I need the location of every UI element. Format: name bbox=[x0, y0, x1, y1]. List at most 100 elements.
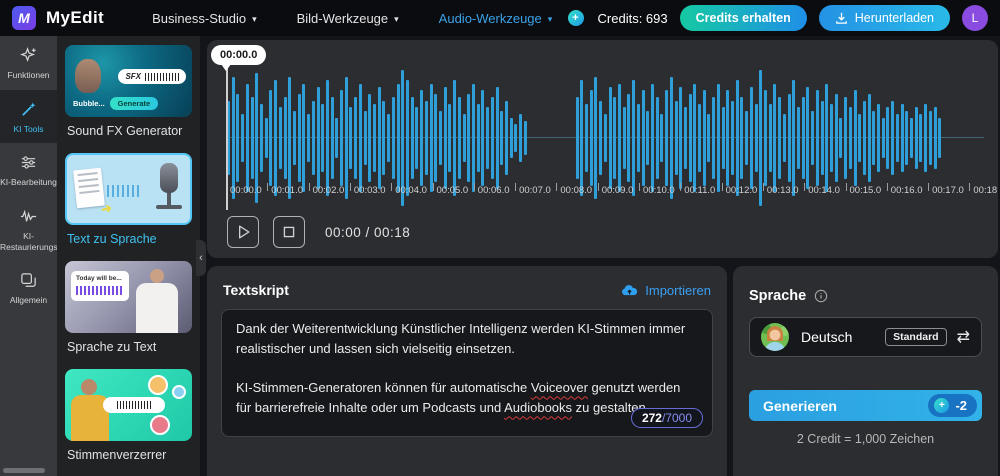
sprache-title: Sprache bbox=[749, 288, 807, 304]
character-counter: 272/7000 bbox=[630, 408, 703, 428]
waveform-glyph bbox=[107, 185, 139, 197]
timeline-tick-label: 00:09.0 bbox=[601, 185, 634, 196]
voice-selector[interactable]: Deutsch Standard ⇄ bbox=[749, 317, 982, 357]
audio-restore-icon bbox=[20, 209, 37, 222]
voice-tier-badge: Standard bbox=[885, 328, 947, 346]
voice-avatar-dot bbox=[150, 415, 170, 435]
voice-avatar-dot bbox=[172, 385, 186, 399]
topbar-right: + Credits: 693 Credits erhalten Herunter… bbox=[567, 5, 988, 31]
chevron-down-icon: ▾ bbox=[547, 13, 553, 24]
textskript-panel: Textskript Importieren Dank der Weiteren… bbox=[207, 266, 727, 476]
sidebar-item-ki-restaurierungstool[interactable]: KI-Restaurierungstool bbox=[0, 197, 57, 261]
tool-label-text-zu-sprache[interactable]: Text zu Sprache bbox=[67, 232, 192, 246]
timeline-tick-label: 00:14.0 bbox=[808, 185, 840, 196]
sidebar-item-ki-tools[interactable]: KI Tools bbox=[0, 89, 57, 144]
sprache-panel: Sprache Deutsch Standard ⇄ Generieren + … bbox=[733, 266, 998, 476]
playhead-time-tooltip[interactable]: 00:00.0 bbox=[211, 45, 267, 65]
get-credits-button[interactable]: Credits erhalten bbox=[679, 5, 807, 31]
left-sidebar: Funktionen KI Tools KI-Bearbeitung KI-Re… bbox=[0, 36, 57, 476]
timeline-tick-label: 00:15.0 bbox=[849, 185, 882, 196]
timeline-tick-label: 00:05.0 bbox=[436, 185, 469, 196]
collapse-panel-handle[interactable]: ‹ bbox=[196, 240, 206, 276]
timeline-tick-label: 00:07.0 bbox=[519, 185, 551, 196]
sparkle-plus-icon bbox=[20, 47, 36, 63]
credits-coin-icon: + bbox=[934, 398, 950, 413]
timeline-tick-label: 00:10.0 bbox=[643, 185, 675, 196]
waveform-glyph bbox=[76, 286, 124, 295]
waveform-glyph bbox=[145, 72, 179, 81]
magic-wand-icon bbox=[22, 102, 36, 116]
underwater-photo bbox=[75, 59, 101, 93]
credit-rate-note: 2 Credit = 1,000 Zeichen bbox=[796, 432, 935, 446]
tool-label-sound-fx-generator[interactable]: Sound FX Generator bbox=[67, 124, 192, 138]
timeline-tick-label: 00:08.0 bbox=[560, 185, 593, 196]
sliders-icon bbox=[21, 156, 36, 169]
swap-voice-icon[interactable]: ⇄ bbox=[957, 327, 970, 347]
script-text-content: Dank der Weiterentwicklung Künstlicher I… bbox=[236, 321, 686, 416]
horizontal-scrollbar-thumb[interactable] bbox=[3, 468, 45, 473]
arrow-icon: ➜ bbox=[99, 200, 114, 217]
voice-name: Deutsch bbox=[801, 329, 853, 345]
generate-pill: Generate bbox=[109, 97, 159, 110]
sidebar-item-ki-bearbeitung[interactable]: KI-Bearbeitung bbox=[0, 143, 57, 197]
stop-button[interactable] bbox=[273, 216, 305, 248]
sidebar-item-funktionen[interactable]: Funktionen bbox=[0, 36, 57, 90]
nav-audio-werkzeuge[interactable]: Audio-Werkzeuge ▾ bbox=[439, 11, 553, 26]
time-display: 00:00 / 00:18 bbox=[325, 224, 411, 240]
sidebar-item-allgemein[interactable]: Allgemein bbox=[0, 261, 57, 315]
timeline-tick-label: 00:00.0 bbox=[230, 185, 262, 196]
timeline-tick-label: 00:03.0 bbox=[353, 185, 386, 196]
waveform-player-panel: 00:00.0 00:00.0 00:01.0 00:02.0 00:03.0 00:0… bbox=[207, 40, 998, 258]
timeline-tick-label: 00:02.0 bbox=[312, 185, 345, 196]
user-avatar[interactable]: L bbox=[962, 5, 988, 31]
layers-copy-icon bbox=[21, 273, 36, 287]
timeline-ruler[interactable]: 00:00.0 00:01.0 00:02.0 00:03.0 00:04.0 00:05… bbox=[207, 183, 998, 205]
app-title[interactable]: MyEdit bbox=[46, 8, 104, 28]
timeline-tick-label: 00:01.0 bbox=[271, 185, 303, 196]
textskript-title: Textskript bbox=[223, 282, 289, 298]
timeline-tick-label: 00:13.0 bbox=[766, 185, 799, 196]
stop-icon bbox=[283, 226, 295, 238]
main-area: 00:00.0 00:00.0 00:01.0 00:02.0 00:03.0 00:0… bbox=[205, 36, 1000, 476]
cloud-upload-icon bbox=[622, 284, 638, 295]
credit-cost-pill: + -2 bbox=[928, 394, 977, 417]
tool-card-text-zu-sprache[interactable]: ➜ bbox=[65, 153, 192, 225]
playhead-line[interactable] bbox=[226, 68, 228, 210]
speaker-photo bbox=[81, 379, 97, 395]
import-button[interactable]: Importieren bbox=[621, 283, 711, 298]
script-text-input[interactable]: Dank der Weiterentwicklung Künstlicher I… bbox=[221, 309, 713, 437]
timeline-tick-label: 00:11.0 bbox=[684, 185, 716, 196]
chevron-down-icon: ▾ bbox=[252, 13, 257, 24]
tool-card-stimmenverzerrer[interactable] bbox=[65, 369, 192, 441]
main-nav: Business-Studio ▾ Bild-Werkzeuge ▾ Audio… bbox=[152, 11, 552, 26]
chevron-down-icon: ▾ bbox=[394, 13, 399, 24]
generate-button[interactable]: Generieren + -2 bbox=[749, 390, 982, 421]
timeline-tick-label: 00:16.0 bbox=[890, 185, 923, 196]
play-button[interactable] bbox=[227, 216, 259, 248]
tool-card-sound-fx-generator[interactable]: SFX Bubble... Generate bbox=[65, 45, 192, 117]
myedit-logo-icon[interactable]: M bbox=[12, 6, 36, 30]
timeline-tick-label: 00:06.0 bbox=[477, 185, 510, 196]
info-icon[interactable] bbox=[814, 289, 828, 303]
top-navbar: M MyEdit Business-Studio ▾ Bild-Werkzeug… bbox=[0, 0, 1000, 36]
timeline-tick-label: 00:12.0 bbox=[725, 185, 758, 196]
voice-avatar-dot bbox=[148, 375, 168, 395]
myedit-app: M MyEdit Business-Studio ▾ Bild-Werkzeug… bbox=[0, 0, 1000, 476]
timeline-tick-label: 00:18.0 bbox=[973, 185, 998, 196]
transport-controls: 00:00 / 00:18 bbox=[227, 216, 410, 248]
tool-card-sprache-zu-text[interactable]: Today will be... bbox=[65, 261, 192, 333]
tool-label-sprache-zu-text[interactable]: Sprache zu Text bbox=[67, 340, 192, 354]
tooltip-pointer bbox=[221, 64, 231, 71]
download-icon bbox=[835, 12, 847, 24]
voice-avatar bbox=[761, 323, 789, 351]
timeline-tick-label: 00:17.0 bbox=[932, 185, 964, 196]
nav-business-studio[interactable]: Business-Studio ▾ bbox=[152, 11, 256, 26]
timeline-tick-label: 00:04.0 bbox=[395, 185, 427, 196]
play-icon bbox=[239, 225, 250, 239]
tool-label-stimmenverzerrer[interactable]: Stimmenverzerrer bbox=[67, 448, 192, 462]
download-button[interactable]: Herunterladen bbox=[818, 5, 950, 31]
microphone-illustration bbox=[160, 163, 178, 205]
nav-bild-werkzeuge[interactable]: Bild-Werkzeuge ▾ bbox=[297, 11, 399, 26]
tool-list-panel: SFX Bubble... Generate Sound FX Generato… bbox=[57, 36, 200, 476]
credits-coin-icon: + bbox=[567, 10, 584, 26]
